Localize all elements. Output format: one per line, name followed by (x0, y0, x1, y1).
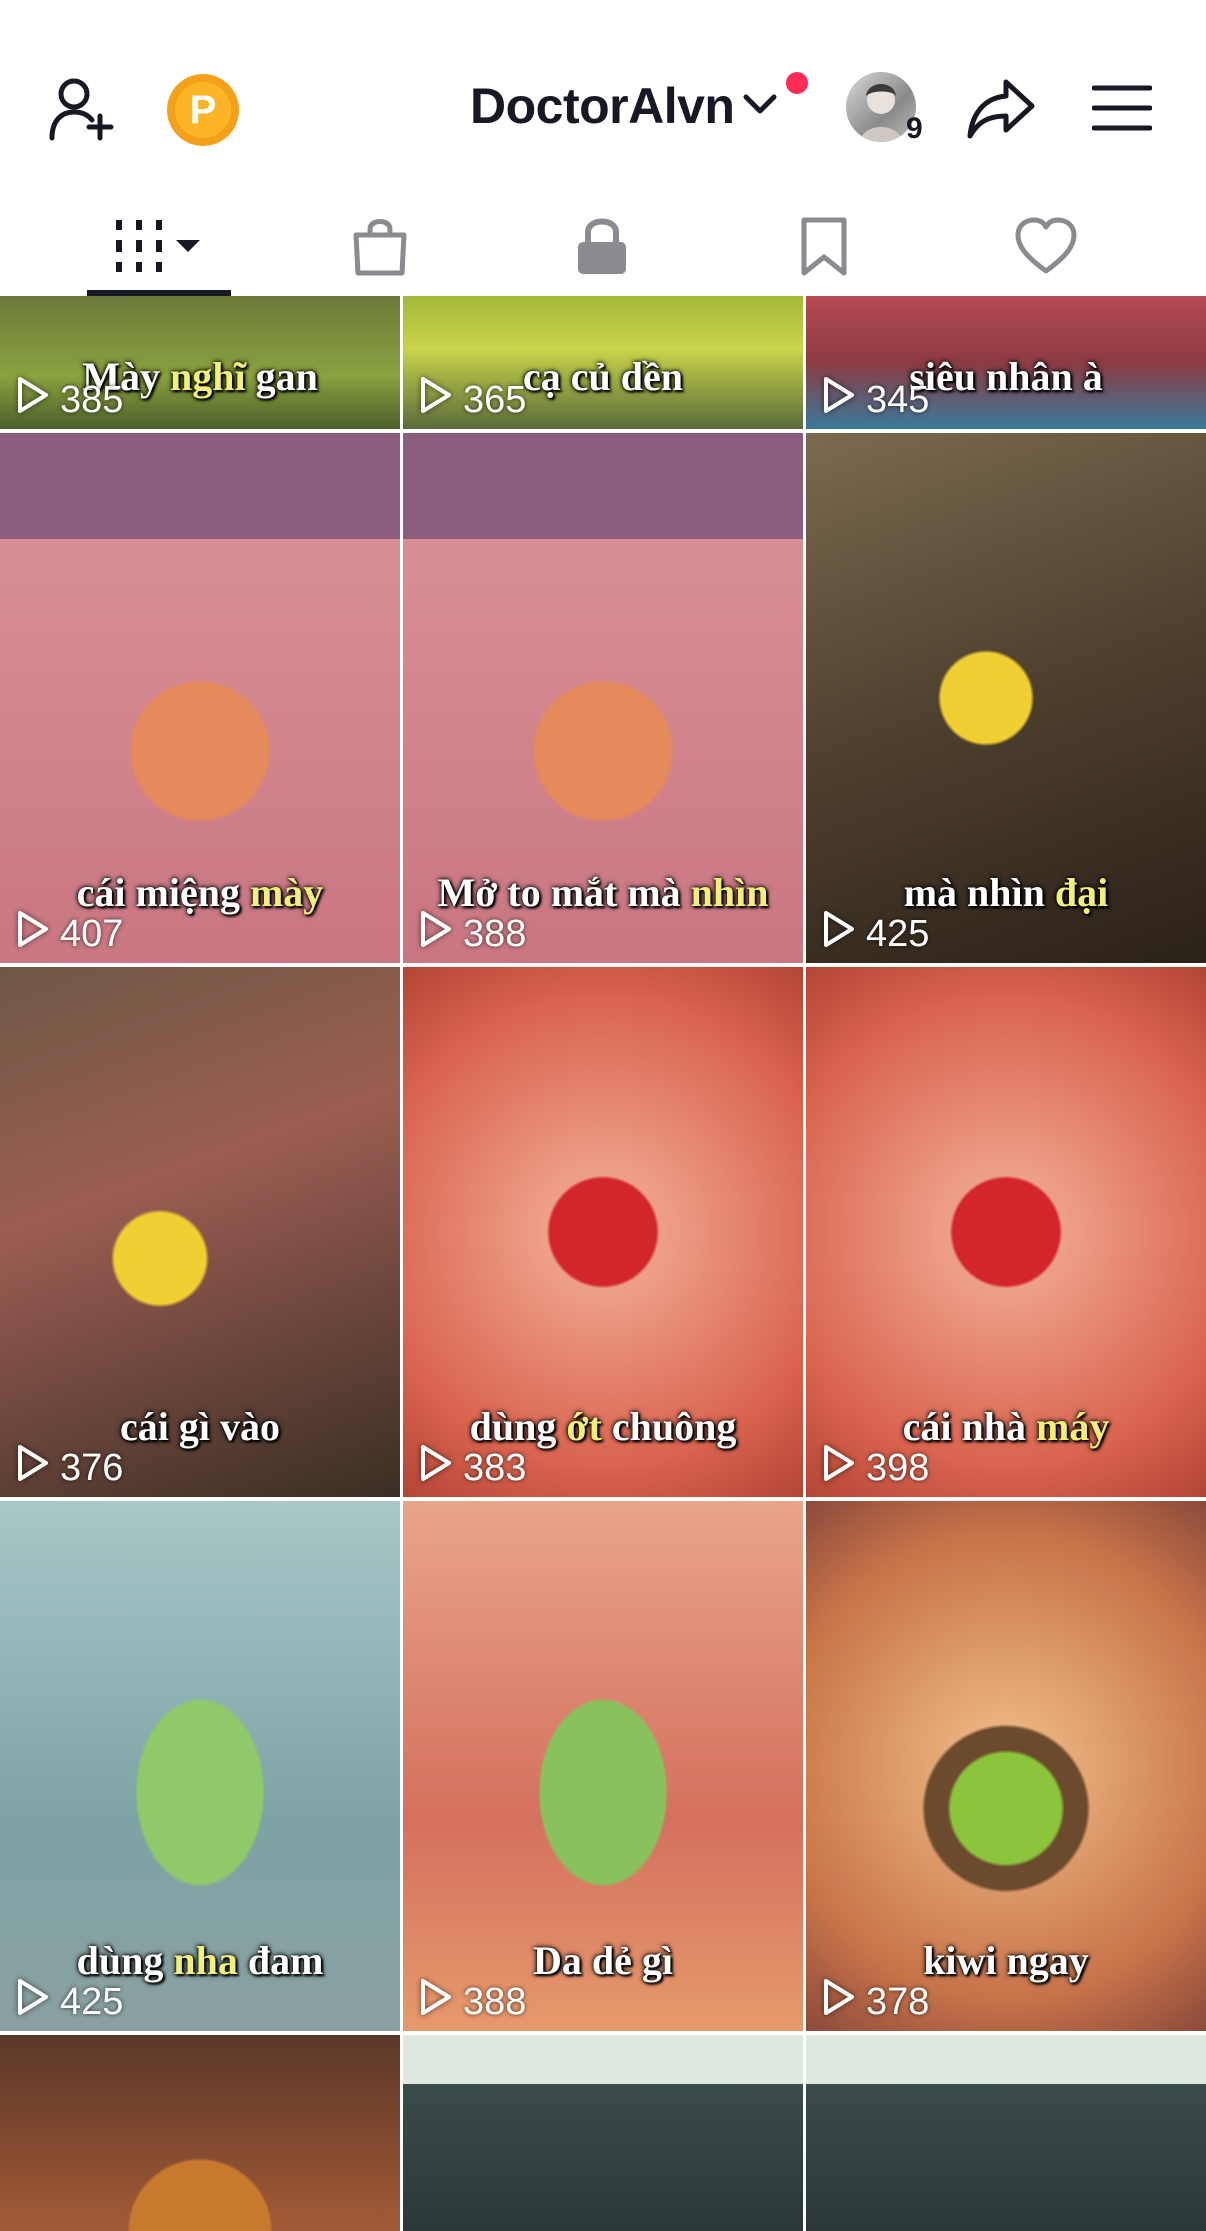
video-thumbnail[interactable]: cái miệng mày 407 (0, 433, 400, 963)
video-thumbnail[interactable]: cái gì vào 376 (0, 967, 400, 1497)
caption-text: siêu nhân à (909, 354, 1103, 399)
video-thumbnail[interactable]: siêu nhân à 345 (806, 296, 1206, 429)
view-count-number: 345 (866, 378, 930, 421)
account-switcher[interactable]: DoctorAlvn (470, 76, 778, 136)
bookmark-icon (799, 215, 849, 282)
profile-tabs (0, 200, 1206, 296)
caption-highlight: nghĩ (169, 354, 246, 399)
view-count: 385 (16, 375, 123, 425)
play-icon (822, 375, 856, 425)
bag-icon (350, 215, 410, 282)
lock-icon (574, 214, 630, 283)
video-thumbnail[interactable] (806, 2035, 1206, 2231)
video-thumbnail[interactable]: Da dẻ gì 388 (403, 1501, 803, 2031)
heart-icon (1014, 217, 1078, 280)
view-count: 425 (16, 1977, 123, 2027)
menu-icon[interactable] (1091, 84, 1153, 137)
caption-highlight: mày (249, 870, 324, 915)
play-icon (822, 1977, 856, 2027)
play-icon (419, 1977, 453, 2027)
video-thumbnail[interactable]: cái nhà máy 398 (806, 967, 1206, 1497)
view-count-number: 385 (60, 378, 124, 421)
video-thumbnail[interactable]: mà nhìn đại 425 (806, 433, 1206, 963)
caption-highlight: nha (173, 1938, 238, 1983)
tab-liked[interactable] (946, 200, 1146, 296)
view-count-number: 388 (463, 1980, 527, 2023)
video-thumbnail[interactable]: kiwi ngay 378 (806, 1501, 1206, 2031)
view-count: 383 (419, 1443, 526, 1493)
tab-shop[interactable] (280, 200, 480, 296)
video-thumbnail[interactable]: Mày nghĩ gan 385 (0, 296, 400, 429)
view-count-number: 388 (463, 912, 527, 955)
username: DoctorAlvn (470, 78, 735, 134)
caption-highlight: đại (1054, 870, 1109, 915)
caption-text-end: đam (237, 1938, 324, 1983)
video-thumbnail[interactable]: dùng nha đam 425 (0, 1501, 400, 2031)
play-icon (16, 375, 50, 425)
view-count: 345 (822, 375, 929, 425)
thumbnail-image (0, 2035, 400, 2231)
play-icon (419, 909, 453, 959)
view-count: 388 (419, 909, 526, 959)
premium-badge-letter: P (175, 82, 231, 138)
view-count: 398 (822, 1443, 929, 1493)
play-icon (419, 1443, 453, 1493)
tab-saved[interactable] (724, 200, 924, 296)
notification-dot (786, 72, 808, 94)
share-icon[interactable] (966, 76, 1036, 147)
view-count: 425 (822, 909, 929, 959)
view-count-number: 383 (463, 1446, 527, 1489)
view-count: 376 (16, 1443, 123, 1493)
profile-header: P DoctorAlvn 9 (0, 0, 1206, 200)
video-thumbnail[interactable]: Mở to mắt mà nhìn 388 (403, 433, 803, 963)
tab-private[interactable] (502, 200, 702, 296)
play-icon (16, 909, 50, 959)
caption-text: kiwi ngay (923, 1938, 1089, 1983)
play-icon (822, 909, 856, 959)
play-icon (16, 1977, 50, 2027)
add-friend-icon[interactable] (48, 76, 120, 147)
caption-text: cái gì vào (120, 1404, 280, 1449)
tab-videos[interactable] (60, 200, 260, 296)
view-count: 365 (419, 375, 526, 425)
video-grid: Mày nghĩ gan 385 cạ củ dền 365 siêu nhân à 34… (0, 296, 1206, 2231)
thumbnail-image (806, 2035, 1206, 2231)
grid-icon (114, 218, 206, 279)
video-thumbnail[interactable] (0, 2035, 400, 2231)
caption-text-end: gan (245, 354, 318, 399)
play-icon (822, 1443, 856, 1493)
thumbnail-image (403, 2035, 803, 2231)
following-count: 9 (906, 112, 923, 145)
caption-highlight: ớt (566, 1404, 602, 1449)
caption-text: Da dẻ gì (533, 1938, 673, 1983)
view-count-number: 378 (866, 1980, 930, 2023)
premium-badge-icon[interactable]: P (167, 74, 239, 146)
caption-text-end: chuông (601, 1404, 737, 1449)
caption-highlight: máy (1036, 1404, 1110, 1449)
chevron-down-icon (742, 92, 778, 121)
view-count-number: 407 (60, 912, 124, 955)
video-thumbnail[interactable]: dùng ớt chuông 383 (403, 967, 803, 1497)
play-icon (16, 1443, 50, 1493)
caption-text: cạ củ dền (523, 354, 683, 399)
view-count-number: 376 (60, 1446, 124, 1489)
view-count-number: 425 (866, 912, 930, 955)
video-thumbnail[interactable] (403, 2035, 803, 2231)
caption-highlight: nhìn (690, 870, 769, 915)
view-count-number: 365 (463, 378, 527, 421)
view-count: 407 (16, 909, 123, 959)
view-count: 388 (419, 1977, 526, 2027)
view-count: 378 (822, 1977, 929, 2027)
view-count-number: 425 (60, 1980, 124, 2023)
view-count-number: 398 (866, 1446, 930, 1489)
video-thumbnail[interactable]: cạ củ dền 365 (403, 296, 803, 429)
play-icon (419, 375, 453, 425)
